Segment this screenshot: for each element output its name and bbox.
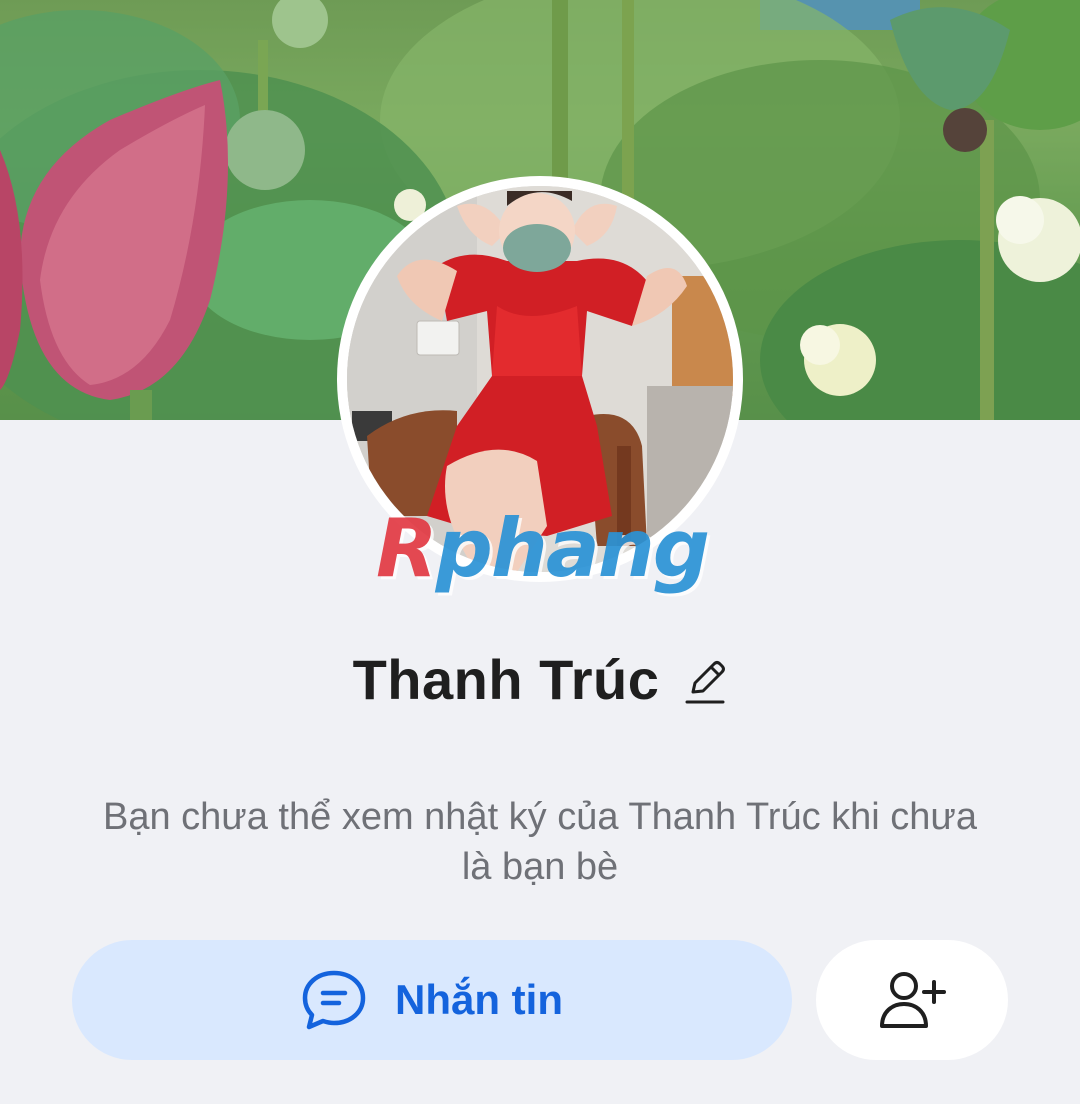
name-row: Thanh Trúc xyxy=(0,640,1080,720)
pencil-icon[interactable] xyxy=(685,658,727,706)
add-friend-button[interactable] xyxy=(816,940,1008,1060)
profile-page: Rphang Thanh Trúc Bạn chưa thể xem nhật … xyxy=(0,0,1080,1104)
watermark-rest: phang xyxy=(435,502,710,595)
chat-bubble-icon xyxy=(302,970,366,1030)
privacy-notice: Bạn chưa thể xem nhật ký của Thanh Trúc … xyxy=(103,796,977,888)
message-button[interactable]: Nhắn tin xyxy=(72,940,792,1060)
message-button-label: Nhắn tin xyxy=(395,976,563,1023)
watermark-initial: R xyxy=(376,502,438,595)
watermark-logo: Rphang xyxy=(376,502,710,595)
profile-name: Thanh Trúc xyxy=(352,648,660,711)
add-friend-icon xyxy=(880,972,946,1028)
